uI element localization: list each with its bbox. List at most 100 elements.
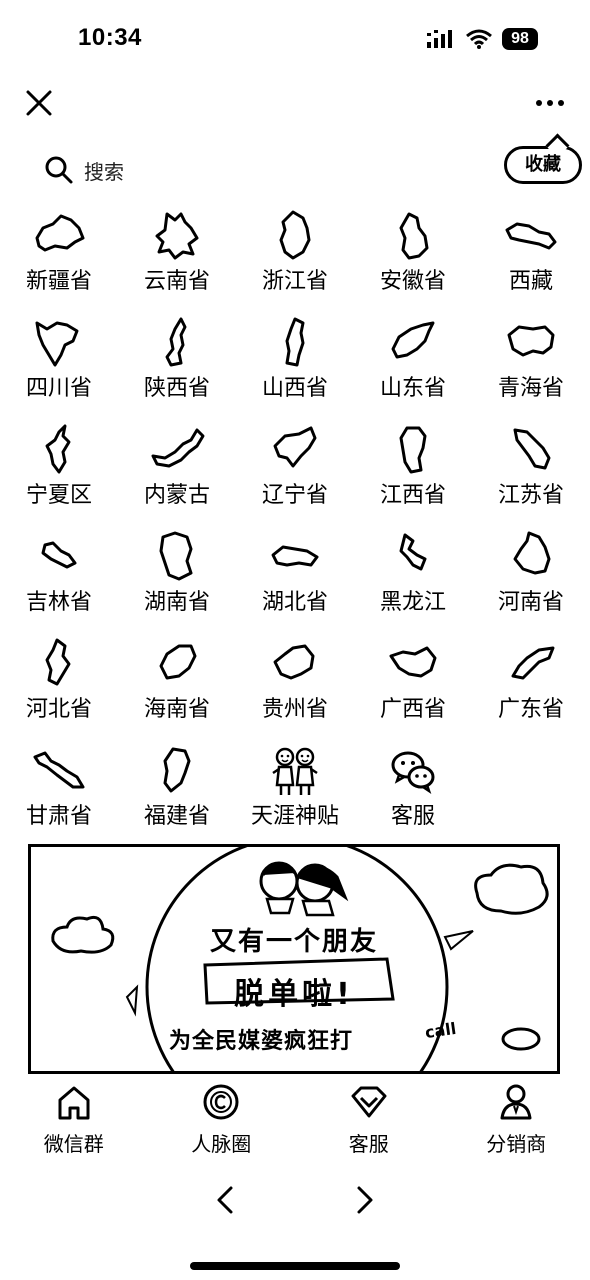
grid-item-shanxi[interactable]: 山西省	[236, 315, 354, 422]
grid-item-label: 陕西省	[143, 376, 210, 401]
grid-item-customer-service[interactable]: 客服	[354, 743, 472, 850]
grid-item-label: 广东省	[497, 697, 564, 722]
grid-item-label: 广西省	[379, 697, 446, 722]
nav-item-network[interactable]: 人脉圈	[148, 1078, 296, 1168]
grid-item-label: 湖北省	[261, 590, 328, 615]
jilin-map-icon	[41, 541, 77, 569]
qinghai-map-icon	[507, 325, 555, 357]
grid-item-label: 河南省	[497, 590, 564, 615]
inner-mongolia-map-icon	[151, 428, 205, 468]
status-icons: 98	[426, 28, 538, 50]
grid-item-guangdong[interactable]: 广东省	[472, 636, 590, 743]
grid-item-inner-mongolia[interactable]: 内蒙古	[118, 422, 236, 529]
grid-item-label: 贵州省	[261, 697, 328, 722]
liaoning-map-icon	[273, 426, 317, 468]
grid-item-label: 四川省	[25, 376, 92, 401]
xinjiang-map-icon	[35, 214, 85, 252]
anhui-map-icon	[399, 212, 429, 260]
grid-item-label: 湖南省	[143, 590, 210, 615]
back-arrow-icon[interactable]	[210, 1184, 242, 1216]
grid-item-ningxia[interactable]: 宁夏区	[0, 422, 118, 529]
grid-item-anhui[interactable]: 安徽省	[354, 208, 472, 315]
close-icon[interactable]	[22, 86, 56, 120]
grid-item-guizhou[interactable]: 贵州省	[236, 636, 354, 743]
grid-item-label: 辽宁省	[261, 483, 328, 508]
jiangsu-map-icon	[513, 428, 551, 470]
status-bar: 10:34 98	[0, 0, 590, 80]
nav-item-service[interactable]: 客服	[295, 1078, 443, 1168]
wechat-icon	[391, 751, 435, 795]
grid-item-hebei[interactable]: 河北省	[0, 636, 118, 743]
favorite-button[interactable]: 收藏	[504, 146, 582, 184]
banner-headline: 又有一个朋友	[209, 927, 378, 957]
guangdong-map-icon	[511, 646, 555, 680]
grid-item-label: 安徽省	[379, 269, 446, 294]
grid-item-label: 黑龙江	[379, 590, 446, 615]
nav-item-wechat-group[interactable]: 微信群	[0, 1078, 148, 1168]
grid-item-yunnan[interactable]: 云南省	[118, 208, 236, 315]
grid-item-hainan[interactable]: 海南省	[118, 636, 236, 743]
yunnan-map-icon	[155, 212, 199, 260]
grid-item-label: 江西省	[379, 483, 446, 508]
grid-item-label: 山东省	[379, 376, 446, 401]
grid-item-label: 宁夏区	[25, 483, 92, 508]
grid-item-label: 内蒙古	[143, 483, 210, 508]
grid-item-gansu[interactable]: 甘肃省	[0, 743, 118, 850]
grid-item-heilongjiang[interactable]: 黑龙江	[354, 529, 472, 636]
grid-item-jiangsu[interactable]: 江苏省	[472, 422, 590, 529]
search-input[interactable]: 搜索	[44, 150, 124, 190]
grid-item-label: 青海省	[497, 376, 564, 401]
heart-diamond-icon	[351, 1086, 387, 1118]
grid-item-tianya[interactable]: 天涯神贴	[236, 743, 354, 850]
banner-main-text: 脱单啦!	[234, 977, 354, 1012]
banner-subtext: 为全民媒婆疯狂打	[169, 1029, 354, 1054]
grid-item-zhejiang[interactable]: 浙江省	[236, 208, 354, 315]
grid-item-jiangxi[interactable]: 江西省	[354, 422, 472, 529]
couple-bodies	[265, 897, 335, 917]
grid-item-label: 新疆省	[25, 269, 92, 294]
grid-item-label: 客服	[390, 804, 435, 829]
shaanxi-map-icon	[165, 317, 187, 367]
guizhou-map-icon	[273, 644, 315, 680]
hebei-map-icon	[45, 638, 71, 686]
grid-item-henan[interactable]: 河南省	[472, 529, 590, 636]
grid-item-hunan[interactable]: 湖南省	[118, 529, 236, 636]
grid-item-liaoning[interactable]: 辽宁省	[236, 422, 354, 529]
grid-item-shaanxi[interactable]: 陕西省	[118, 315, 236, 422]
forward-arrow-icon[interactable]	[348, 1184, 380, 1216]
grid-item-label: 天涯神贴	[250, 804, 339, 829]
status-time: 10:34	[78, 24, 142, 51]
grid-item-label: 浙江省	[261, 269, 328, 294]
nav-item-distributor[interactable]: 分销商	[443, 1078, 590, 1168]
grid-item-label: 云南省	[143, 269, 210, 294]
sichuan-map-icon	[35, 321, 79, 367]
grid-item-guangxi[interactable]: 广西省	[354, 636, 472, 743]
grid-item-label: 山西省	[261, 376, 328, 401]
battery-icon: 98	[502, 28, 538, 50]
grid-item-fujian[interactable]: 福建省	[118, 743, 236, 850]
couple-cartoon-icon	[272, 747, 318, 795]
grid-item-hubei[interactable]: 湖北省	[236, 529, 354, 636]
grid-item-shandong[interactable]: 山东省	[354, 315, 472, 422]
ningxia-map-icon	[45, 424, 71, 474]
grid-item-jilin[interactable]: 吉林省	[0, 529, 118, 636]
grid-item-xinjiang[interactable]: 新疆省	[0, 208, 118, 315]
more-icon[interactable]	[534, 92, 566, 114]
nav-label: 人脉圈	[191, 1132, 252, 1156]
grid-item-label: 河北省	[25, 697, 92, 722]
grid-item-sichuan[interactable]: 四川省	[0, 315, 118, 422]
nav-label: 分销商	[486, 1132, 547, 1156]
grid-item-tibet[interactable]: 西藏	[472, 208, 590, 315]
zhejiang-map-icon	[279, 210, 311, 260]
hubei-map-icon	[271, 545, 319, 567]
jiangxi-map-icon	[399, 426, 427, 474]
home-indicator[interactable]	[190, 1262, 400, 1270]
cloud-small	[501, 1027, 541, 1051]
promo-banner[interactable]: 又有一个朋友 脱单啦! 为全民媒婆疯狂打 call	[28, 844, 560, 1074]
nav-label: 客服	[348, 1132, 389, 1156]
grid-item-label: 江苏省	[497, 483, 564, 508]
grid-item-qinghai[interactable]: 青海省	[472, 315, 590, 422]
wifi-icon	[466, 29, 492, 49]
person-icon	[500, 1084, 532, 1120]
copyright-circle-icon	[203, 1084, 239, 1120]
